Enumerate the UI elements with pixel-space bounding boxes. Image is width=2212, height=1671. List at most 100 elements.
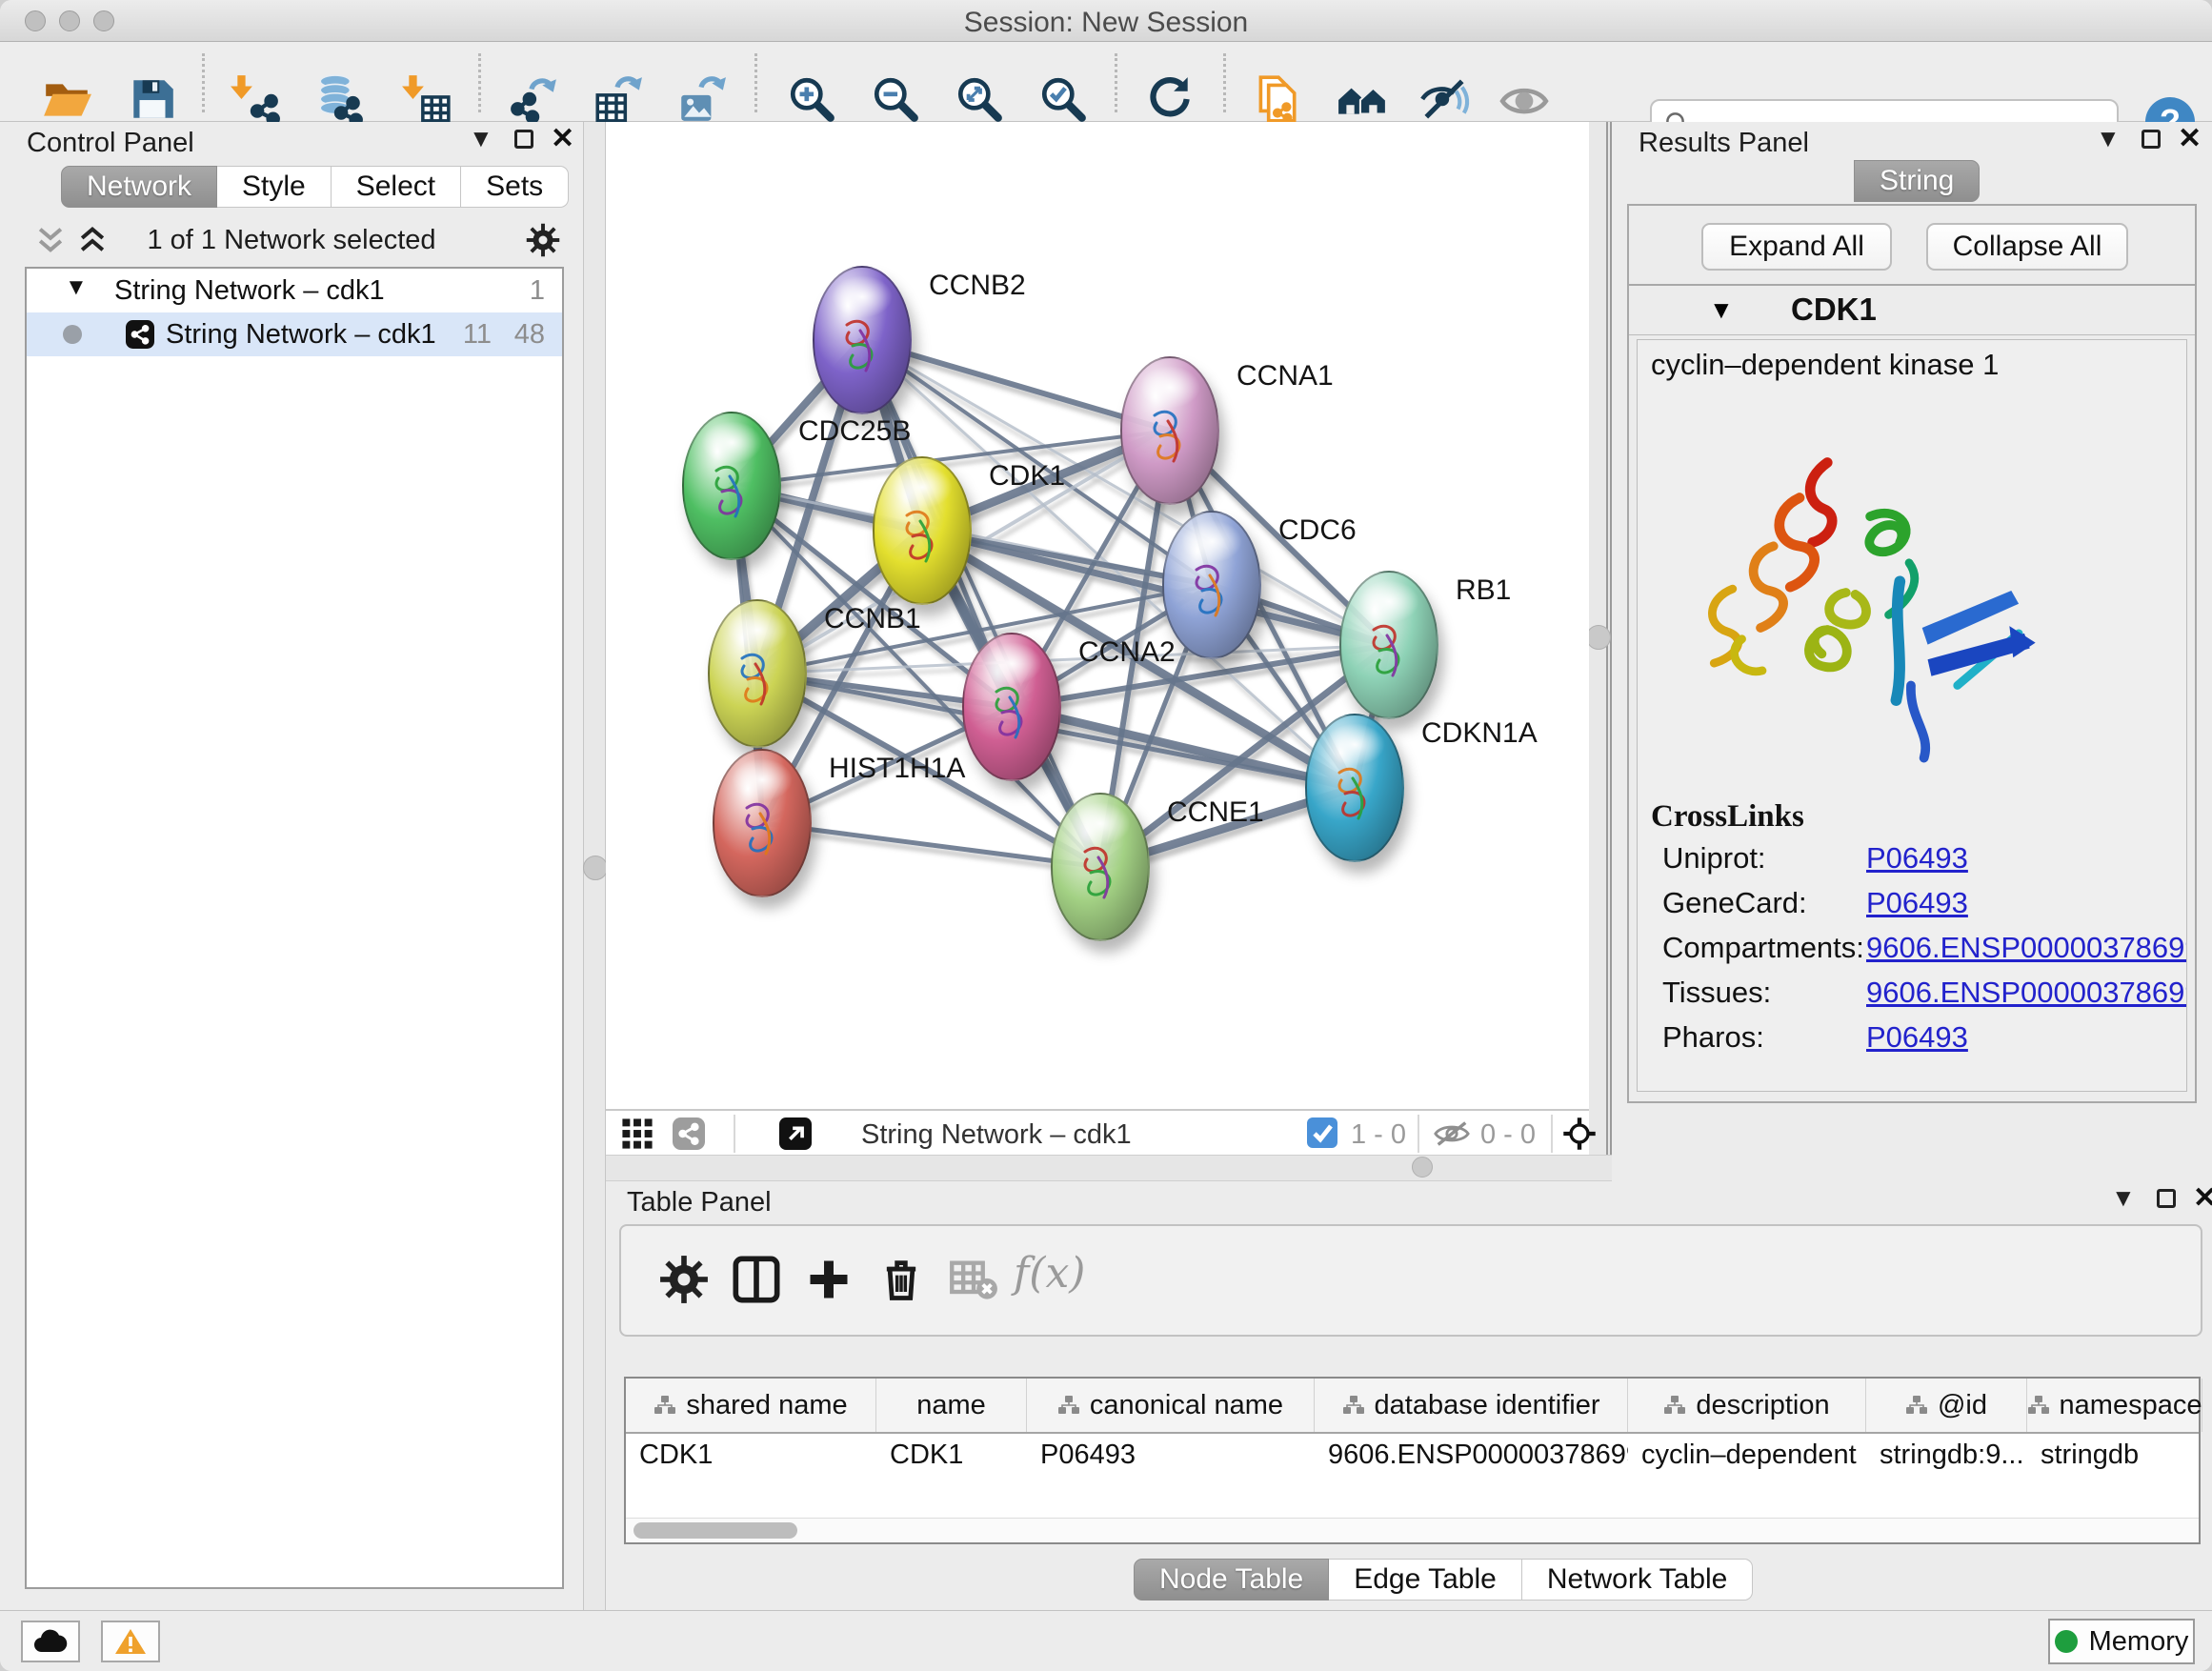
cloud-status-button[interactable] — [21, 1621, 80, 1662]
node-CDC25B[interactable] — [682, 412, 781, 560]
zoom-out-icon[interactable] — [870, 73, 921, 125]
table-options-gear-icon[interactable] — [659, 1255, 709, 1304]
table-horizontal-scrollbar[interactable] — [626, 1518, 2199, 1542]
expand-all-networks-icon[interactable] — [76, 225, 109, 257]
close-panel-icon[interactable]: ✕ — [551, 122, 574, 155]
edge-CCNA2-CDKN1A[interactable] — [1012, 707, 1355, 788]
node-label-CCNE1: CCNE1 — [1167, 796, 1264, 829]
open-session-icon[interactable] — [41, 73, 92, 125]
import-table-icon[interactable] — [401, 73, 452, 125]
apply-layout-icon[interactable] — [1144, 73, 1196, 125]
table-cell: cyclin–dependent ... — [1628, 1434, 1866, 1476]
node-label-CCNA2: CCNA2 — [1078, 636, 1176, 669]
tab-string[interactable]: String — [1854, 160, 1980, 202]
results-menu-icon[interactable]: ▼ — [2096, 124, 2121, 153]
selected-indicator-checkbox[interactable] — [1307, 1117, 1337, 1148]
crosslink-link[interactable]: 9606.ENSP00000378699 — [1866, 976, 2187, 1010]
node-RB1[interactable] — [1339, 571, 1438, 719]
collapse-all-button[interactable]: Collapse All — [1926, 223, 2128, 271]
show-all-eye-icon[interactable] — [1498, 73, 1550, 125]
left-splitter-handle[interactable] — [583, 856, 608, 880]
tab-sets[interactable]: Sets — [461, 166, 569, 208]
network-tree: ▼ String Network – cdk1 1 String Network… — [25, 267, 564, 1589]
network-options-gear-icon[interactable] — [526, 223, 560, 257]
node-CDC6[interactable] — [1162, 511, 1261, 659]
collection-expander-icon[interactable]: ▼ — [65, 274, 88, 301]
export-table-icon[interactable] — [592, 73, 643, 125]
network-column-icon — [2027, 1395, 2050, 1416]
entry-expander-icon[interactable]: ▼ — [1709, 295, 1734, 325]
network-collection-row[interactable]: ▼ String Network – cdk1 1 — [27, 269, 562, 312]
column-header-name[interactable]: name — [876, 1379, 1027, 1432]
column-header-shared-name[interactable]: shared name — [626, 1379, 876, 1432]
node-label-CDC6: CDC6 — [1278, 514, 1357, 547]
delete-column-trash-icon[interactable] — [876, 1255, 926, 1304]
column-header-label: name — [916, 1390, 986, 1421]
zoom-selected-icon[interactable] — [1037, 73, 1089, 125]
collapse-all-networks-icon[interactable] — [34, 225, 67, 257]
hide-selected-eye-slash-icon[interactable] — [1418, 73, 1470, 125]
table-cell: stringdb — [2027, 1434, 2202, 1476]
crosslink-link[interactable]: P06493 — [1866, 841, 1968, 876]
table-menu-icon[interactable]: ▼ — [2111, 1183, 2136, 1213]
column-header-@id[interactable]: @id — [1866, 1379, 2027, 1432]
export-image-icon[interactable] — [675, 73, 727, 125]
tab-style[interactable]: Style — [217, 166, 332, 208]
left-splitter[interactable] — [583, 122, 606, 1610]
memory-button[interactable]: Memory — [2048, 1619, 2195, 1664]
float-panel-icon[interactable] — [514, 130, 533, 149]
node-CCNA2[interactable] — [962, 633, 1061, 781]
zoom-fit-icon[interactable] — [954, 73, 1005, 125]
zoom-in-icon[interactable] — [786, 73, 837, 125]
network-row-selected[interactable]: String Network – cdk1 11 48 — [27, 312, 562, 356]
node-CDKN1A[interactable] — [1305, 714, 1404, 862]
add-column-icon[interactable] — [804, 1255, 854, 1304]
panel-menu-icon[interactable]: ▼ — [469, 124, 493, 153]
import-network-database-icon[interactable] — [313, 73, 365, 125]
column-header-canonical-name[interactable]: canonical name — [1027, 1379, 1315, 1432]
memory-label: Memory — [2089, 1626, 2189, 1658]
node-HIST1H1A[interactable] — [713, 749, 812, 897]
collection-count: 1 — [530, 275, 545, 307]
save-session-icon[interactable] — [127, 73, 178, 125]
crosslink-link[interactable]: P06493 — [1866, 886, 1968, 920]
network-canvas[interactable]: CCNB2CCNA1CDC25BCDK1CDC6RB1CCNB1CCNA2CDK… — [606, 122, 1589, 1109]
tab-select[interactable]: Select — [332, 166, 461, 208]
horizontal-splitter-handle[interactable] — [1412, 1157, 1433, 1178]
export-network-icon[interactable] — [508, 73, 559, 125]
expand-all-button[interactable]: Expand All — [1701, 223, 1892, 271]
node-CCNE1[interactable] — [1051, 793, 1150, 941]
network-view-share-icon[interactable] — [673, 1117, 705, 1150]
grid-view-icon[interactable] — [621, 1117, 654, 1150]
crosslink-link[interactable]: 9606.ENSP00000378699 — [1866, 931, 2187, 965]
import-network-icon[interactable] — [230, 73, 281, 125]
crosslink-link[interactable]: P06493 — [1866, 1020, 1968, 1055]
tab-node-table[interactable]: Node Table — [1134, 1559, 1329, 1601]
results-float-icon[interactable] — [2142, 130, 2161, 149]
node-CCNA1[interactable] — [1120, 356, 1219, 505]
scrollbar-thumb[interactable] — [633, 1522, 797, 1539]
first-neighbors-houses-icon[interactable] — [1337, 73, 1388, 125]
warning-status-button[interactable] — [101, 1621, 160, 1662]
detach-view-icon[interactable] — [779, 1117, 812, 1150]
right-splitter-handle[interactable] — [1586, 625, 1611, 650]
birds-eye-crosshair-icon[interactable] — [1562, 1116, 1597, 1152]
column-header-label: namespace — [2060, 1390, 2202, 1421]
clone-network-icon[interactable] — [1251, 73, 1302, 125]
tab-edge-table[interactable]: Edge Table — [1329, 1559, 1522, 1601]
node-CCNB2[interactable] — [813, 266, 912, 414]
node-CDK1[interactable] — [873, 456, 972, 605]
results-close-icon[interactable]: ✕ — [2178, 122, 2202, 155]
column-header-description[interactable]: description — [1628, 1379, 1866, 1432]
column-header-database-identifier[interactable]: database identifier — [1315, 1379, 1628, 1432]
table-float-icon[interactable] — [2157, 1189, 2176, 1208]
node-CCNB1[interactable] — [708, 599, 807, 748]
right-splitter[interactable] — [1589, 122, 1612, 1181]
table-row[interactable]: CDK1CDK1P064939606.ENSP00000378699cyclin… — [626, 1434, 2199, 1476]
column-header-namespace[interactable]: namespace — [2027, 1379, 2202, 1432]
show-columns-icon[interactable] — [732, 1255, 781, 1304]
tab-network[interactable]: Network — [61, 166, 217, 208]
table-close-icon[interactable]: ✕ — [2193, 1181, 2212, 1215]
tab-network-table[interactable]: Network Table — [1522, 1559, 1754, 1601]
edge-HIST1H1A-CCNE1[interactable] — [762, 823, 1100, 867]
